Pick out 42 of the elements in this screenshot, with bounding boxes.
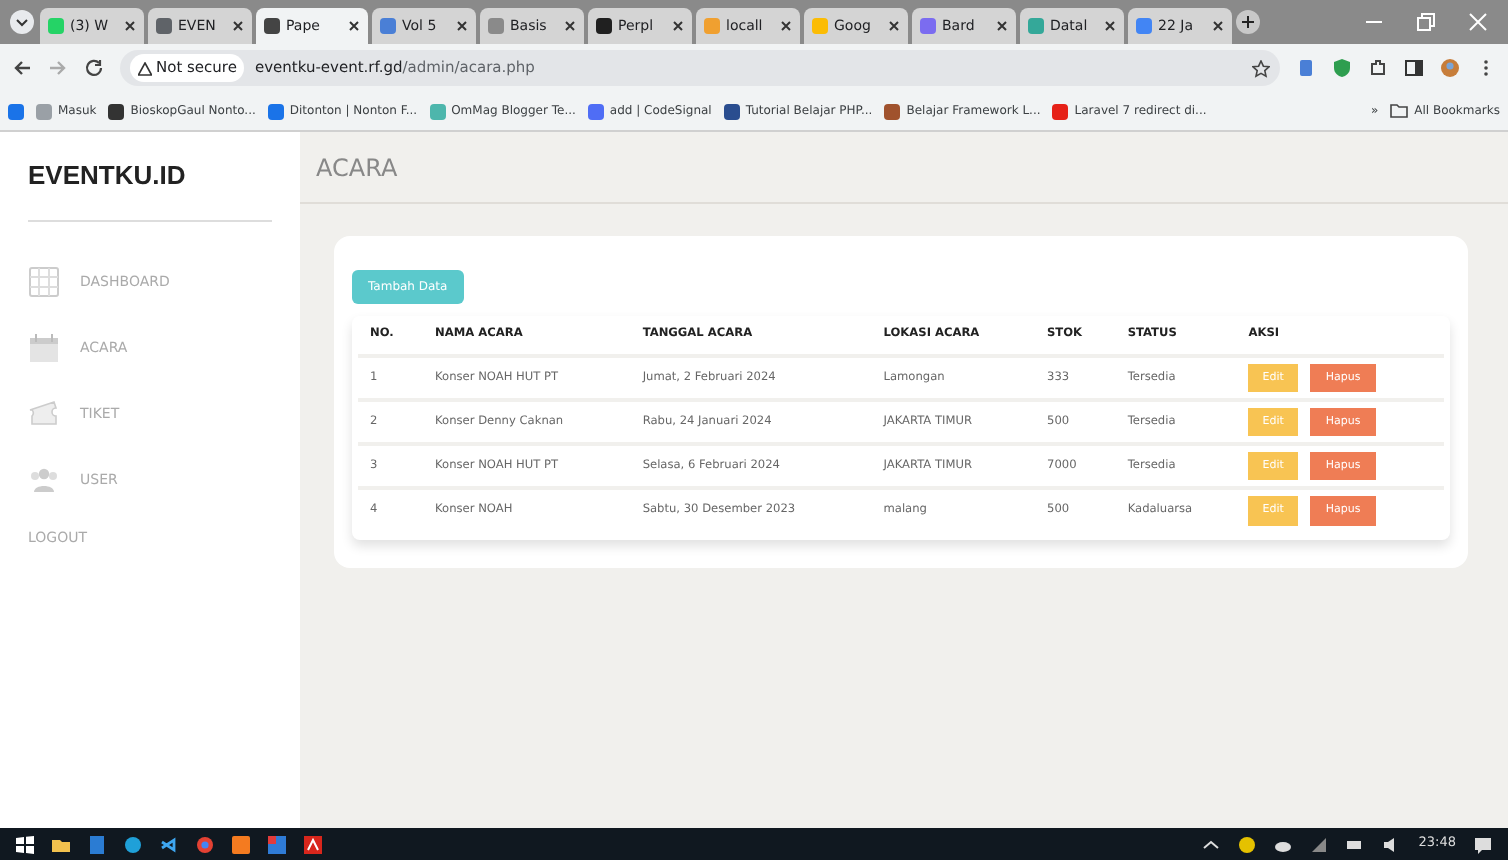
- back-icon[interactable]: [12, 58, 32, 78]
- close-icon[interactable]: [1212, 20, 1224, 32]
- network-icon[interactable]: [1310, 835, 1329, 853]
- close-icon[interactable]: [456, 20, 468, 32]
- close-icon[interactable]: [672, 20, 684, 32]
- close-icon[interactable]: [564, 20, 576, 32]
- close-icon[interactable]: [888, 20, 900, 32]
- caret-icon[interactable]: [1202, 835, 1221, 853]
- bookmark-icon[interactable]: [8, 103, 24, 119]
- new-tab-icon[interactable]: [1236, 10, 1260, 34]
- close-icon[interactable]: [124, 20, 136, 32]
- folder-icon[interactable]: [52, 835, 70, 853]
- brand-logo: EVENTKU.ID: [28, 156, 272, 221]
- grid-icon: [28, 266, 60, 298]
- side-panel-icon[interactable]: [1404, 58, 1424, 78]
- document-icon[interactable]: [88, 835, 106, 853]
- page-title: ACARA: [300, 132, 1508, 204]
- app-status-icon[interactable]: [1238, 835, 1257, 853]
- profile-avatar-icon[interactable]: [1440, 58, 1460, 78]
- battery-icon[interactable]: [1346, 835, 1365, 853]
- start-icon[interactable]: [16, 835, 34, 853]
- shield-icon[interactable]: [1332, 58, 1352, 78]
- close-icon[interactable]: [780, 20, 792, 32]
- app-icon[interactable]: [268, 835, 286, 853]
- reload-icon[interactable]: [84, 58, 104, 78]
- tab-search-icon[interactable]: [8, 8, 36, 36]
- notifications-icon[interactable]: [1474, 835, 1492, 853]
- app-icon[interactable]: [232, 835, 250, 853]
- code-editor-icon[interactable]: [160, 835, 178, 853]
- close-icon[interactable]: [1104, 20, 1116, 32]
- pdf-icon[interactable]: [304, 835, 322, 853]
- close-icon[interactable]: [348, 20, 360, 32]
- ticket-icon: [28, 398, 60, 430]
- restore-icon[interactable]: [1416, 12, 1436, 32]
- users-icon: [28, 464, 60, 496]
- close-icon[interactable]: [232, 20, 244, 32]
- warning-icon: [138, 61, 152, 76]
- calendar-icon: [28, 332, 60, 364]
- close-icon[interactable]: [996, 20, 1008, 32]
- browser-icon[interactable]: [196, 835, 214, 853]
- star-icon[interactable]: [1252, 59, 1270, 77]
- folder-icon: [1390, 104, 1409, 118]
